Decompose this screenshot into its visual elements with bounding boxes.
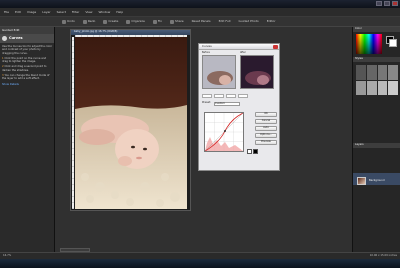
- style-swatch[interactable]: [356, 65, 366, 80]
- minimize-button[interactable]: [376, 1, 382, 6]
- curve-graph[interactable]: [204, 112, 244, 152]
- white-point-swatch[interactable]: [247, 149, 252, 154]
- slider-box[interactable]: [238, 94, 248, 98]
- after-thumb-image: [241, 56, 273, 88]
- auto-button[interactable]: Auto: [255, 126, 277, 131]
- layer-thumbnail: [357, 177, 366, 185]
- organize-icon: [126, 19, 131, 24]
- style-swatch[interactable]: [377, 80, 388, 95]
- toolbar-share[interactable]: Share: [168, 19, 186, 25]
- share-icon: [169, 19, 174, 24]
- window-controls: [376, 1, 398, 6]
- menu-view[interactable]: View: [85, 10, 92, 14]
- layer-name: Background: [369, 179, 385, 182]
- panel-body: Use the Curves tool to adjust the color …: [0, 43, 54, 90]
- panel-header: Guided Edit: [0, 27, 54, 34]
- step-item: 2 Click and drag a second point to darke…: [2, 65, 47, 72]
- menu-window[interactable]: Window: [98, 10, 110, 14]
- preset-select[interactable]: Custom: [213, 101, 240, 106]
- os-taskbar: [0, 259, 400, 268]
- slider-box[interactable]: [214, 94, 224, 98]
- cancel-button[interactable]: Cancel: [255, 119, 277, 124]
- styles-panel-header: Styles: [353, 57, 400, 62]
- after-preview: [240, 55, 274, 89]
- toolbar-redo[interactable]: Redo: [81, 19, 98, 25]
- window-title-bar: [0, 0, 400, 8]
- panel-intro: Use the Curves tool to adjust the color …: [2, 45, 53, 55]
- style-swatch[interactable]: [388, 65, 398, 80]
- step-item: 1 Click the point on the curve and drag …: [2, 56, 47, 64]
- status-bar: 16.7% 10.06 x 15.09 inches: [0, 252, 400, 259]
- show-details-link[interactable]: Show Details: [2, 83, 52, 86]
- photo-image: [75, 37, 187, 209]
- step-item: 3 You can change the blend mode of the l…: [2, 74, 50, 81]
- black-point-swatch[interactable]: [253, 149, 258, 154]
- dialog-title-bar[interactable]: Curves: [199, 44, 279, 50]
- menu-image[interactable]: Image: [27, 10, 36, 14]
- close-button[interactable]: [392, 1, 398, 6]
- right-panel-bin: Color Styles Layers Background: [352, 27, 400, 252]
- baby-photo: [75, 37, 187, 209]
- doc-size: 10.06 x 15.09 inches: [369, 253, 397, 257]
- menu-bar: File Edit Image Layer Select Filter View…: [0, 8, 400, 17]
- options-button[interactable]: Options...: [255, 133, 277, 138]
- toolbar-edit-full[interactable]: Edit Full: [217, 19, 233, 25]
- toolbar-organize[interactable]: Organize: [124, 19, 146, 25]
- toolbar-fix[interactable]: Fix: [151, 19, 164, 25]
- zoom-level: 16.7%: [3, 253, 12, 257]
- style-swatch[interactable]: [388, 80, 398, 95]
- slider-box[interactable]: [226, 94, 236, 98]
- style-swatch[interactable]: [377, 65, 388, 80]
- color-panel-header: Color: [353, 27, 400, 32]
- ruler-left: [72, 37, 74, 209]
- panel-section-title: Curves: [0, 34, 54, 43]
- color-picker[interactable]: [356, 34, 382, 54]
- slider-box[interactable]: [202, 94, 212, 98]
- maximize-button[interactable]: [384, 1, 390, 6]
- style-swatch[interactable]: [366, 65, 377, 80]
- before-thumb-image: [203, 56, 235, 88]
- dialog-title: Curves: [202, 44, 212, 49]
- styles-grid: [356, 65, 398, 95]
- style-swatch[interactable]: [366, 80, 377, 95]
- curves-dialog[interactable]: Curves Before After Preset: Custom OK Ca…: [198, 43, 280, 171]
- menu-file[interactable]: File: [4, 10, 9, 14]
- curves-icon: [2, 36, 7, 41]
- menu-select[interactable]: Select: [57, 10, 66, 14]
- toolbar-reset-panels[interactable]: Reset Panels: [190, 19, 213, 25]
- undo-icon: [62, 19, 66, 24]
- background-swatch[interactable]: [389, 39, 397, 47]
- toolbar-editor[interactable]: Editor: [265, 19, 278, 25]
- adjust-sliders-row: [202, 94, 278, 99]
- document-window[interactable]: baby_photo.jpg @ 16.7% (RGB/8): [70, 29, 191, 211]
- preview-checkbox[interactable]: Preview: [255, 140, 277, 145]
- menu-help[interactable]: Help: [116, 10, 123, 14]
- style-swatch[interactable]: [356, 80, 366, 95]
- toolbar-undo[interactable]: Undo: [60, 19, 77, 25]
- ok-button[interactable]: OK: [255, 112, 277, 117]
- curve-svg: [204, 112, 244, 152]
- create-icon: [103, 19, 108, 24]
- fix-icon: [152, 19, 157, 24]
- preset-label: Preset:: [202, 101, 211, 105]
- options-toolbar: Undo Redo Create Organize Fix Share Rese…: [0, 17, 400, 27]
- menu-filter[interactable]: Filter: [72, 10, 79, 14]
- menu-edit[interactable]: Edit: [15, 10, 21, 14]
- dialog-close-button[interactable]: [273, 44, 278, 49]
- menu-layer[interactable]: Layer: [42, 10, 50, 14]
- redo-icon: [82, 19, 87, 24]
- toolbar-guided[interactable]: Guided Photo: [237, 19, 261, 25]
- guided-edit-panel: Guided Edit Curves Use the Curves tool t…: [0, 27, 55, 252]
- layers-panel-header: Layers: [353, 143, 400, 148]
- before-preview: [202, 55, 236, 89]
- preset-row: Preset: Custom: [202, 101, 278, 106]
- toolbar-create[interactable]: Create: [101, 19, 120, 25]
